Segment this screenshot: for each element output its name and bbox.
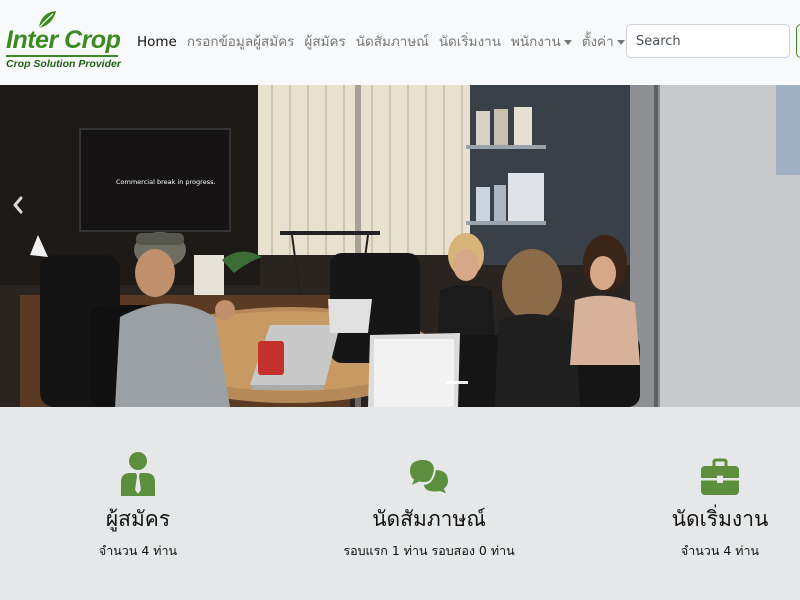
nav-start-work[interactable]: นัดเริ่มงาน [439, 31, 501, 53]
nav-interview[interactable]: นัดสัมภาษณ์ [356, 31, 429, 53]
feature-title-applicants: ผู้สมัคร [105, 507, 171, 531]
feature-text-start-work: จำนวน 4 ท่าน [680, 543, 760, 558]
nav-settings-dropdown[interactable]: ตั้งค่า [582, 31, 625, 53]
nav-employees-dropdown[interactable]: พนักงาน [511, 31, 572, 53]
caret-down-icon [563, 39, 572, 45]
chat-bubbles-icon [407, 458, 451, 496]
caret-down-icon [616, 39, 625, 45]
navbar: Inter Crop Crop Solution Provider Home ก… [0, 0, 800, 85]
search-input[interactable] [626, 24, 790, 58]
feature-title-start-work: นัดเริ่มงาน [671, 507, 769, 531]
nav-home[interactable]: Home [137, 31, 177, 53]
carousel-prev-button[interactable] [0, 175, 36, 235]
brand-tagline: Crop Solution Provider [6, 58, 121, 70]
feature-title-interview: นัดสัมภาษณ์ [372, 507, 486, 531]
brand-underline [6, 55, 118, 57]
main-nav: Home กรอกข้อมูลผู้สมัคร ผู้สมัคร นัดสัมภ… [137, 31, 635, 53]
carousel-indicator-active[interactable] [446, 381, 468, 384]
tv-screen-text: Commercial break in progress. [116, 178, 216, 186]
feature-text-applicants: จำนวน 4 ท่าน [98, 543, 178, 558]
briefcase-icon [701, 458, 739, 495]
brand-name: Inter Crop [6, 26, 121, 54]
person-tie-icon [121, 452, 155, 496]
nav-fill-applicant[interactable]: กรอกข้อมูลผู้สมัคร [187, 31, 295, 53]
nav-employees-label: พนักงาน [510, 34, 561, 50]
nav-applicants[interactable]: ผู้สมัคร [304, 31, 345, 53]
meeting-room-photo: Commercial break in progress. [0, 85, 800, 407]
search-button[interactable] [796, 24, 800, 58]
feature-start-work: นัดเริ่มงาน จำนวน 4 ท่าน [600, 452, 800, 560]
feature-applicants: ผู้สมัคร จำนวน 4 ท่าน [18, 452, 258, 560]
feature-text-interview: รอบแรก 1 ท่าน รอบสอง 0 ท่าน [343, 543, 515, 558]
nav-settings-label: ตั้งค่า [581, 34, 614, 50]
brand-logo[interactable]: Inter Crop Crop Solution Provider [6, 8, 122, 74]
hero-carousel: Commercial break in progress. [0, 85, 800, 407]
feature-interview: นัดสัมภาษณ์ รอบแรก 1 ท่าน รอบสอง 0 ท่าน [309, 452, 549, 560]
chevron-left-icon [13, 196, 23, 214]
features-section: ผู้สมัคร จำนวน 4 ท่าน นัดสัมภาษณ์ รอบแรก… [0, 407, 800, 600]
